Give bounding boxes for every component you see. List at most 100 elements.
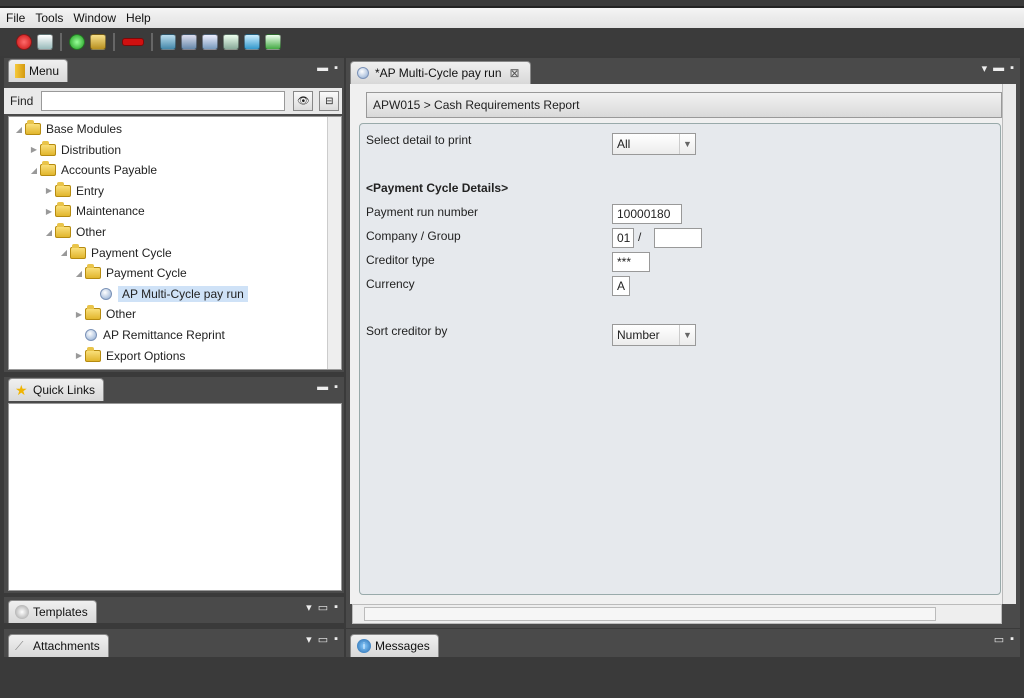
collapsed-arrow-icon[interactable]: ▶ [43, 207, 55, 216]
star-icon: ★ [15, 382, 28, 398]
view-menu-icon[interactable]: ▾ [306, 601, 312, 614]
payment-run-field[interactable]: 10000180 [612, 204, 682, 224]
tree-node[interactable]: AP Multi-Cycle pay run [88, 284, 248, 304]
expanded-arrow-icon[interactable]: ◢ [13, 125, 25, 134]
tree-node[interactable]: ▶ Maintenance [43, 201, 145, 221]
chevron-down-icon: ▼ [679, 325, 695, 345]
tab-templates[interactable]: Templates [8, 600, 97, 623]
creditor-type-field[interactable]: *** [612, 252, 650, 272]
maximize-icon[interactable]: ▪ [334, 633, 338, 646]
folder-icon [70, 243, 86, 259]
collapsed-arrow-icon[interactable]: ▶ [73, 310, 85, 319]
section-title: <Payment Cycle Details> [366, 181, 509, 195]
payment-run-label: Payment run number [366, 205, 479, 219]
tree-node[interactable]: ▶ Export Options [73, 346, 185, 366]
restore-icon[interactable]: ▭ [318, 633, 328, 646]
sort-creditor-dropdown[interactable]: Number ▼ [612, 324, 696, 346]
refresh-icon[interactable] [69, 34, 85, 50]
tab-attachments[interactable]: ⟋ Attachments [8, 634, 109, 657]
menu-window[interactable]: Window [73, 11, 116, 25]
expanded-arrow-icon[interactable]: ◢ [28, 166, 40, 175]
find-row: Find 👁 ⊟ [4, 88, 342, 114]
task-icon[interactable] [244, 34, 260, 50]
tree-node[interactable]: ◢ Payment Cycle [58, 243, 172, 263]
minimize-icon[interactable]: ▬ [993, 62, 1004, 75]
folder-icon [85, 346, 101, 362]
minimize-icon[interactable]: ▬ [317, 62, 328, 74]
maximize-icon[interactable]: ▪ [334, 381, 338, 393]
company-field[interactable]: 01 [612, 228, 634, 248]
tree-scrollbar[interactable] [327, 117, 341, 369]
messages-panel: i Messages ▭ ▪ [346, 629, 1020, 657]
menu-help[interactable]: Help [126, 11, 151, 25]
sort-creditor-value: Number [617, 328, 660, 342]
expanded-arrow-icon[interactable]: ◢ [58, 248, 70, 257]
print-icon[interactable] [37, 34, 53, 50]
tab-messages[interactable]: i Messages [350, 634, 439, 657]
expanded-arrow-icon[interactable]: ◢ [43, 228, 55, 237]
collapse-button[interactable]: ⊟ [319, 91, 340, 111]
save-icon[interactable] [181, 34, 197, 50]
tree-node[interactable]: ▶ Other [73, 304, 136, 324]
tree-node-label: Other [106, 307, 137, 322]
chevron-down-icon: ▼ [679, 134, 695, 154]
maximize-icon[interactable]: ▪ [334, 62, 338, 74]
view-menu-icon[interactable]: ▾ [982, 62, 988, 75]
collapsed-arrow-icon[interactable]: ▶ [28, 145, 40, 154]
tree-node[interactable]: ◢ Accounts Payable [28, 160, 157, 180]
tree-node[interactable]: ◢ Payment Cycle [73, 263, 187, 283]
tree-node[interactable]: ▶ Entry [43, 181, 104, 201]
tab-menu[interactable]: Menu [8, 59, 69, 82]
panel-controls: ▾ ▭ ▪ [306, 601, 338, 614]
select-detail-dropdown[interactable]: All ▼ [612, 133, 696, 155]
process-icon [85, 329, 97, 341]
maximize-icon[interactable]: ▪ [334, 601, 338, 614]
currency-field[interactable]: A [612, 276, 630, 296]
restore-icon[interactable]: ▭ [994, 633, 1004, 646]
schedule-icon[interactable] [223, 34, 239, 50]
tree-node-label: Maintenance [76, 204, 145, 219]
horizontal-scroll-thumb[interactable] [364, 607, 936, 621]
expanded-arrow-icon[interactable]: ◢ [73, 269, 85, 278]
creditor-type-value: *** [617, 255, 632, 269]
group-field[interactable] [654, 228, 702, 248]
breadcrumb-text: APW015 > Cash Requirements Report [373, 98, 580, 112]
collapsed-arrow-icon[interactable]: ▶ [73, 351, 85, 360]
restore-icon[interactable]: ▭ [318, 601, 328, 614]
company-group-separator: / [638, 230, 642, 244]
currency-label: Currency [366, 277, 415, 291]
vertical-scrollbar[interactable] [1002, 84, 1016, 604]
view-menu-icon[interactable]: ▾ [306, 633, 312, 646]
check-icon[interactable] [265, 34, 281, 50]
panel-controls: ▬ ▪ [317, 381, 338, 393]
folder-icon [55, 202, 71, 218]
tree-node[interactable]: ▶ Distribution [28, 140, 121, 160]
tree-node-label: Accounts Payable [61, 163, 158, 178]
menu-tools[interactable]: Tools [35, 11, 63, 25]
tree-node[interactable]: ◢ Base Modules [13, 119, 122, 139]
close-icon[interactable]: ⊠ [510, 66, 520, 80]
quick-links-body [8, 403, 342, 591]
stop-icon[interactable] [122, 38, 144, 46]
select-detail-label: Select detail to print [366, 133, 472, 147]
maximize-icon[interactable]: ▪ [1010, 633, 1014, 646]
power-icon[interactable] [16, 34, 32, 50]
find-input[interactable] [41, 91, 286, 111]
panel-controls: ▾ ▭ ▪ [306, 633, 338, 646]
find-eye-button[interactable]: 👁 [293, 91, 314, 111]
menu-panel-header: Menu ▬ ▪ [4, 58, 344, 82]
tree-node[interactable]: AP Remittance Reprint [73, 325, 225, 345]
minimize-icon[interactable]: ▬ [317, 381, 328, 393]
tree-node[interactable]: ◢ Other [43, 222, 106, 242]
tab-editor[interactable]: *AP Multi-Cycle pay run ⊠ [350, 61, 531, 84]
menu-file[interactable]: File [6, 11, 25, 25]
tree-node-label: Payment Cycle [106, 266, 187, 281]
preview-icon[interactable] [202, 34, 218, 50]
panel-controls: ▬ ▪ [317, 62, 338, 74]
collapsed-arrow-icon[interactable]: ▶ [43, 186, 55, 195]
tab-quick-links[interactable]: ★ Quick Links [8, 378, 105, 401]
export-icon[interactable] [90, 34, 106, 50]
run-icon[interactable] [160, 34, 176, 50]
folder-icon [55, 181, 71, 197]
maximize-icon[interactable]: ▪ [1010, 62, 1014, 75]
